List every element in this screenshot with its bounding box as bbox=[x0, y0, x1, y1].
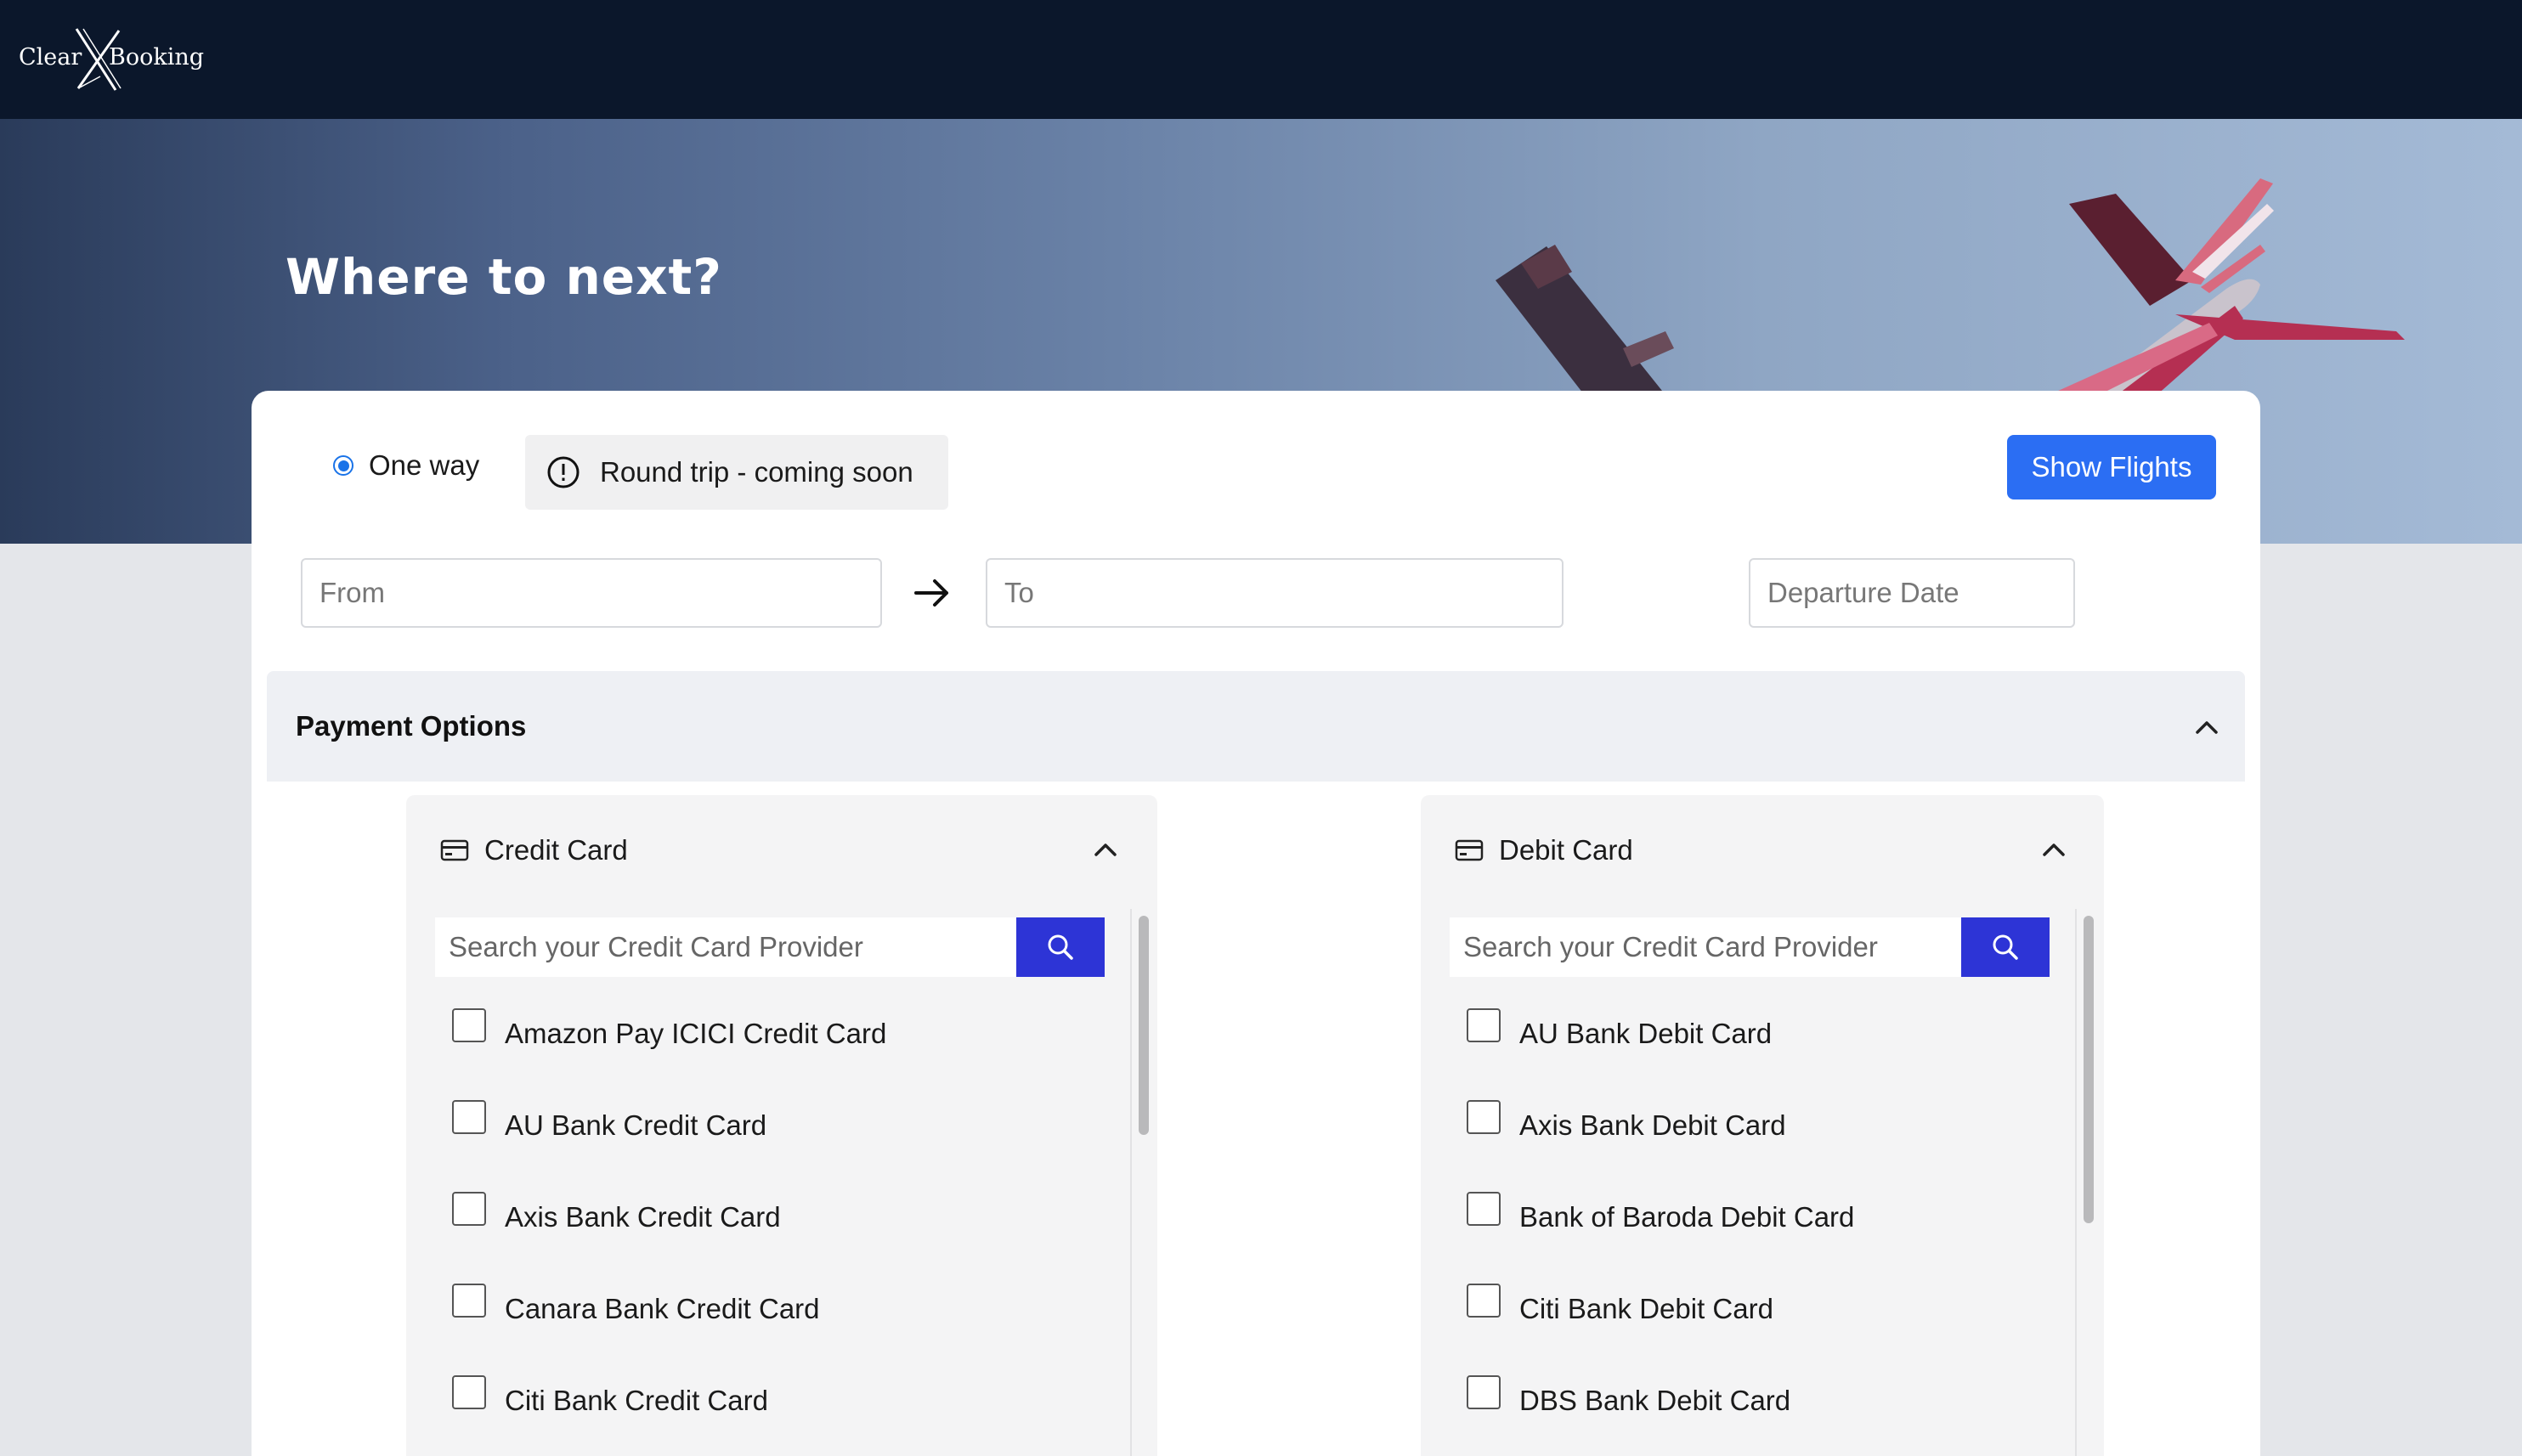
list-item-label: Axis Bank Debit Card bbox=[1519, 1109, 1786, 1141]
debit-card-icon bbox=[1455, 839, 1484, 861]
list-item[interactable]: Amazon Pay ICICI Credit Card bbox=[452, 1006, 886, 1057]
brand-logo[interactable]: Clear Booking bbox=[19, 25, 214, 93]
checkbox[interactable] bbox=[452, 1375, 486, 1409]
checkbox[interactable] bbox=[452, 1008, 486, 1042]
debit-card-list-scrollbar[interactable] bbox=[2075, 909, 2099, 1456]
from-input[interactable] bbox=[301, 558, 882, 628]
credit-card-panel: Credit Card Amazon Pay ICICI Credit Card… bbox=[406, 795, 1157, 1456]
checkbox[interactable] bbox=[452, 1100, 486, 1134]
debit-card-search-input[interactable] bbox=[1450, 917, 1963, 977]
one-way-option[interactable]: One way bbox=[333, 449, 479, 483]
show-flights-button[interactable]: Show Flights bbox=[2007, 435, 2216, 499]
list-item-label: Axis Bank Credit Card bbox=[505, 1201, 781, 1233]
list-item-label: Bank of Baroda Debit Card bbox=[1519, 1201, 1855, 1233]
list-item-label: AU Bank Credit Card bbox=[505, 1109, 767, 1141]
checkbox[interactable] bbox=[1467, 1375, 1501, 1409]
credit-card-search-input[interactable] bbox=[435, 917, 1018, 977]
scrollbar-thumb[interactable] bbox=[2084, 916, 2094, 1223]
debit-card-panel: Debit Card AU Bank Debit Card Axis Bank … bbox=[1421, 795, 2104, 1456]
checkbox[interactable] bbox=[1467, 1100, 1501, 1134]
debit-card-title: Debit Card bbox=[1499, 834, 1633, 866]
list-item[interactable]: Axis Bank Debit Card bbox=[1467, 1098, 1786, 1148]
alert-circle-icon bbox=[547, 456, 580, 488]
checkbox[interactable] bbox=[452, 1284, 486, 1318]
top-navbar: Clear Booking bbox=[0, 0, 2522, 119]
list-item[interactable]: Bank of Baroda Debit Card bbox=[1467, 1189, 1854, 1240]
list-item[interactable]: AU Bank Debit Card bbox=[1467, 1006, 1772, 1057]
checkbox[interactable] bbox=[452, 1192, 486, 1226]
scrollbar-thumb[interactable] bbox=[1139, 916, 1149, 1135]
checkbox[interactable] bbox=[1467, 1192, 1501, 1226]
list-item[interactable]: Citi Bank Credit Card bbox=[452, 1373, 768, 1424]
brand-text-booking: Booking bbox=[109, 44, 205, 71]
list-item-label: Canara Bank Credit Card bbox=[505, 1293, 820, 1324]
payment-options-title: Payment Options bbox=[296, 710, 527, 742]
search-icon bbox=[1993, 934, 2018, 960]
arrow-right-icon bbox=[914, 579, 948, 607]
credit-card-search-button[interactable] bbox=[1016, 917, 1105, 977]
one-way-label: One way bbox=[369, 449, 480, 481]
checkbox[interactable] bbox=[1467, 1008, 1501, 1042]
list-item-label: DBS Bank Debit Card bbox=[1519, 1385, 1791, 1416]
chevron-up-icon[interactable] bbox=[1093, 841, 1118, 858]
chevron-up-icon[interactable] bbox=[2041, 841, 2067, 858]
list-item-label: AU Bank Debit Card bbox=[1519, 1018, 1773, 1049]
credit-card-title: Credit Card bbox=[484, 834, 628, 866]
to-input[interactable] bbox=[986, 558, 1564, 628]
payment-options-header[interactable]: Payment Options bbox=[267, 671, 2245, 782]
list-item[interactable]: AU Bank Credit Card bbox=[452, 1098, 766, 1148]
one-way-radio[interactable] bbox=[333, 455, 353, 476]
departure-date-input[interactable] bbox=[1749, 558, 2075, 628]
hero-title: Where to next? bbox=[286, 248, 722, 306]
round-trip-label: Round trip - coming soon bbox=[600, 456, 913, 488]
list-item[interactable]: Axis Bank Credit Card bbox=[452, 1189, 781, 1240]
checkbox[interactable] bbox=[1467, 1284, 1501, 1318]
search-icon bbox=[1048, 934, 1073, 960]
radio-selected-dot bbox=[337, 460, 349, 471]
list-item-label: Citi Bank Credit Card bbox=[505, 1385, 768, 1416]
debit-card-search-button[interactable] bbox=[1961, 917, 2050, 977]
list-item[interactable]: Citi Bank Debit Card bbox=[1467, 1281, 1773, 1332]
list-item[interactable]: Canara Bank Credit Card bbox=[452, 1281, 820, 1332]
chevron-up-icon[interactable] bbox=[2194, 719, 2219, 736]
credit-card-icon bbox=[440, 839, 469, 861]
booking-card: One way Round trip - coming soon Show Fl… bbox=[252, 391, 2260, 1456]
list-item-label: Amazon Pay ICICI Credit Card bbox=[505, 1018, 887, 1049]
list-item-label: Citi Bank Debit Card bbox=[1519, 1293, 1773, 1324]
credit-card-list-scrollbar[interactable] bbox=[1130, 909, 1154, 1456]
list-item[interactable]: DBS Bank Debit Card bbox=[1467, 1373, 1790, 1424]
round-trip-option: Round trip - coming soon bbox=[525, 435, 948, 510]
